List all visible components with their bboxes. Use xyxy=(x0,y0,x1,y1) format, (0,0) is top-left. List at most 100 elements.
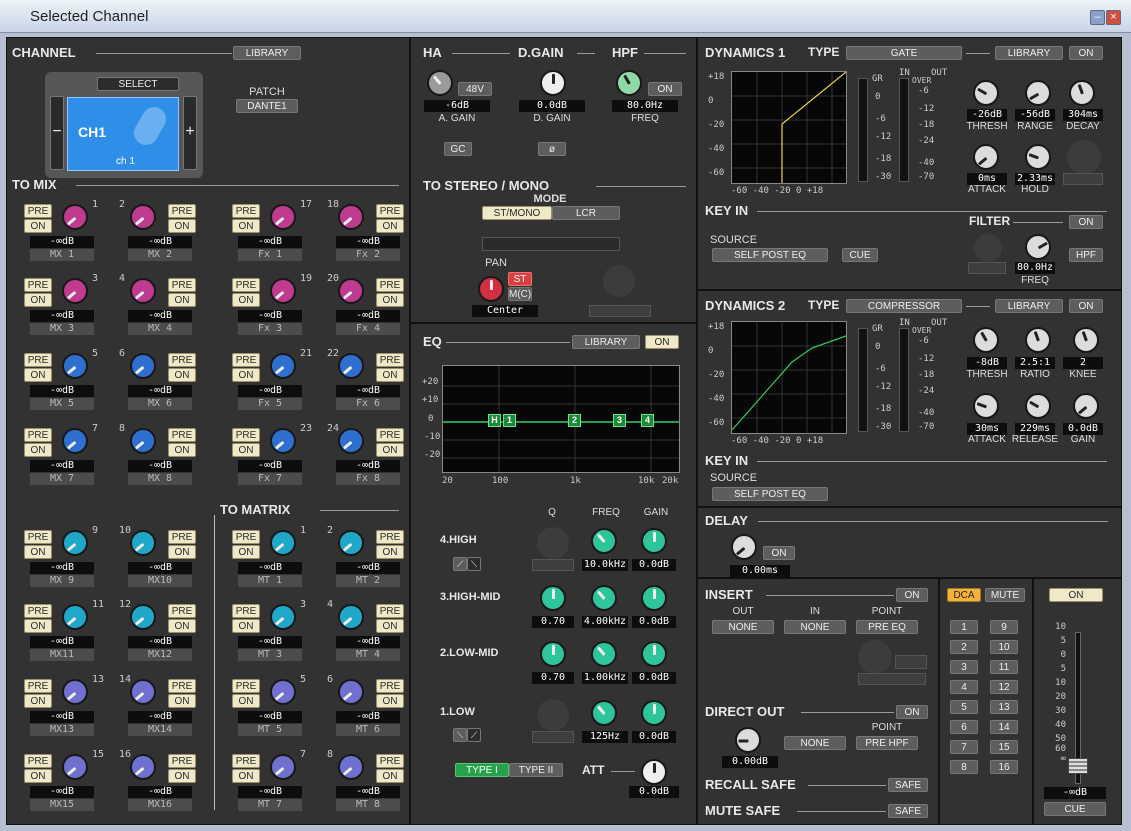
direct-out-on-button[interactable]: ON xyxy=(896,705,928,719)
send-level-knob[interactable] xyxy=(270,204,296,230)
dca-group-button[interactable]: 12 xyxy=(990,680,1018,694)
send-on-button[interactable]: ON xyxy=(24,293,52,307)
send-pre-button[interactable]: PRE xyxy=(24,754,52,768)
send-level-knob[interactable] xyxy=(130,679,156,705)
channel-on-button[interactable]: ON xyxy=(1049,588,1103,602)
eq-gain-knob[interactable] xyxy=(641,700,667,726)
eq-graph[interactable]: H 1 2 3 4 xyxy=(442,365,680,473)
eq-gain-knob[interactable] xyxy=(641,641,667,667)
send-on-button[interactable]: ON xyxy=(376,443,404,457)
dyn1-attack-knob[interactable] xyxy=(973,144,999,170)
hpf-on-button[interactable]: ON xyxy=(648,82,682,96)
send-level-knob[interactable] xyxy=(338,278,364,304)
channel-next-button[interactable]: + xyxy=(183,96,197,170)
mute-tab[interactable]: MUTE xyxy=(985,588,1025,602)
send-pre-button[interactable]: PRE xyxy=(232,604,260,618)
minimize-icon[interactable]: – xyxy=(1090,10,1105,25)
eq-freq-knob[interactable] xyxy=(591,585,617,611)
dyn1-on-button[interactable]: ON xyxy=(1069,46,1103,60)
send-pre-button[interactable]: PRE xyxy=(168,353,196,367)
filter-freq-knob[interactable] xyxy=(1025,234,1051,260)
send-pre-button[interactable]: PRE xyxy=(168,679,196,693)
phantom-48v-button[interactable]: 48V xyxy=(458,82,492,96)
send-level-knob[interactable] xyxy=(62,353,88,379)
filter-on-button[interactable]: ON xyxy=(1069,215,1103,229)
eq-handle-hpf[interactable]: H xyxy=(488,414,501,427)
send-on-button[interactable]: ON xyxy=(376,769,404,783)
send-level-knob[interactable] xyxy=(130,428,156,454)
dyn2-ratio-knob[interactable] xyxy=(1025,327,1051,353)
send-level-knob[interactable] xyxy=(338,204,364,230)
send-level-knob[interactable] xyxy=(130,530,156,556)
send-level-knob[interactable] xyxy=(338,679,364,705)
dca-group-button[interactable]: 16 xyxy=(990,760,1018,774)
eq-low-shelf-icon[interactable]: ⟍ xyxy=(453,728,467,742)
analog-gain-knob[interactable] xyxy=(427,70,453,96)
send-pre-button[interactable]: PRE xyxy=(232,353,260,367)
send-pre-button[interactable]: PRE xyxy=(232,754,260,768)
eq-handle-4[interactable]: 4 xyxy=(641,414,654,427)
close-icon[interactable]: × xyxy=(1106,10,1121,25)
send-level-knob[interactable] xyxy=(338,754,364,780)
dca-group-button[interactable]: 7 xyxy=(950,740,978,754)
send-pre-button[interactable]: PRE xyxy=(24,679,52,693)
send-on-button[interactable]: ON xyxy=(24,443,52,457)
phase-button[interactable]: ø xyxy=(538,142,566,156)
send-on-button[interactable]: ON xyxy=(376,619,404,633)
dca-group-button[interactable]: 10 xyxy=(990,640,1018,654)
send-pre-button[interactable]: PRE xyxy=(232,278,260,292)
send-pre-button[interactable]: PRE xyxy=(376,679,404,693)
eq-high-lpf-icon[interactable]: ⟍ xyxy=(467,557,481,571)
dca-group-button[interactable]: 13 xyxy=(990,700,1018,714)
mode-stmono-button[interactable]: ST/MONO xyxy=(482,206,552,220)
eq-freq-knob[interactable] xyxy=(591,641,617,667)
gc-button[interactable]: GC xyxy=(444,142,472,156)
send-pre-button[interactable]: PRE xyxy=(376,428,404,442)
dyn1-thresh-knob[interactable] xyxy=(973,80,999,106)
dca-group-button[interactable]: 8 xyxy=(950,760,978,774)
att-knob[interactable] xyxy=(641,759,667,785)
fader-knob[interactable] xyxy=(1068,758,1088,774)
dca-tab[interactable]: DCA xyxy=(947,588,981,602)
send-on-button[interactable]: ON xyxy=(24,769,52,783)
send-on-button[interactable]: ON xyxy=(24,619,52,633)
dca-group-button[interactable]: 11 xyxy=(990,660,1018,674)
send-on-button[interactable]: ON xyxy=(24,368,52,382)
send-on-button[interactable]: ON xyxy=(232,293,260,307)
dyn2-library-button[interactable]: LIBRARY xyxy=(995,299,1063,313)
dca-group-button[interactable]: 4 xyxy=(950,680,978,694)
send-on-button[interactable]: ON xyxy=(376,219,404,233)
send-pre-button[interactable]: PRE xyxy=(168,204,196,218)
send-on-button[interactable]: ON xyxy=(232,443,260,457)
send-level-knob[interactable] xyxy=(62,204,88,230)
send-on-button[interactable]: ON xyxy=(24,694,52,708)
insert-point-button[interactable]: PRE EQ xyxy=(856,620,918,634)
dyn2-on-button[interactable]: ON xyxy=(1069,299,1103,313)
direct-out-level-knob[interactable] xyxy=(735,727,761,753)
dyn1-decay-knob[interactable] xyxy=(1069,80,1095,106)
channel-name-display[interactable]: CH1 ch 1 xyxy=(67,97,179,171)
digital-gain-knob[interactable] xyxy=(540,70,566,96)
dyn2-release-knob[interactable] xyxy=(1025,393,1051,419)
send-level-knob[interactable] xyxy=(270,428,296,454)
send-on-button[interactable]: ON xyxy=(168,368,196,382)
eq-type1-button[interactable]: TYPE I xyxy=(455,763,509,777)
send-on-button[interactable]: ON xyxy=(232,694,260,708)
send-pre-button[interactable]: PRE xyxy=(24,204,52,218)
send-level-knob[interactable] xyxy=(270,754,296,780)
send-on-button[interactable]: ON xyxy=(168,443,196,457)
send-level-knob[interactable] xyxy=(338,428,364,454)
send-level-knob[interactable] xyxy=(338,604,364,630)
send-pre-button[interactable]: PRE xyxy=(168,604,196,618)
cue-button[interactable]: CUE xyxy=(1044,802,1106,816)
send-on-button[interactable]: ON xyxy=(376,368,404,382)
send-pre-button[interactable]: PRE xyxy=(24,428,52,442)
send-level-knob[interactable] xyxy=(130,204,156,230)
pan-knob[interactable] xyxy=(478,276,504,302)
send-level-knob[interactable] xyxy=(62,278,88,304)
to-stereo-button[interactable]: ST xyxy=(508,272,532,286)
send-on-button[interactable]: ON xyxy=(24,219,52,233)
send-on-button[interactable]: ON xyxy=(232,769,260,783)
send-on-button[interactable]: ON xyxy=(168,219,196,233)
send-on-button[interactable]: ON xyxy=(376,545,404,559)
